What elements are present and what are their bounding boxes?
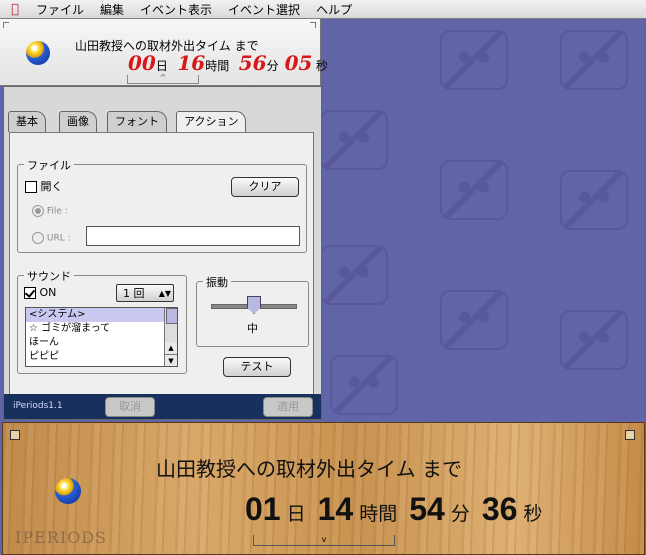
orb-logo-icon <box>26 41 50 65</box>
menu-bar:  ファイル 編集 イベント表示 イベント選択 ヘルプ <box>0 0 646 19</box>
desktop-face-icon <box>560 170 628 230</box>
countdown-display: 00日 16時間 56分 05 秒 <box>128 51 334 75</box>
zoom-box-icon[interactable] <box>625 430 635 440</box>
file-radio[interactable] <box>32 205 44 217</box>
sound-list-item[interactable]: ☆ ゴミが溜まって <box>26 322 177 336</box>
chevron-down-icon: v <box>321 535 327 544</box>
panel-footer: iPeriods1.1 取消 適用 <box>4 394 321 419</box>
collapse-handle[interactable]: ^ <box>127 73 199 84</box>
scroll-up-icon[interactable]: ▲ <box>165 342 177 355</box>
resize-corner-icon[interactable] <box>3 22 9 28</box>
menu-file[interactable]: ファイル <box>30 1 94 18</box>
file-group-title: ファイル <box>24 157 74 173</box>
desktop-face-icon <box>320 245 388 305</box>
vibration-group-title: 振動 <box>203 274 231 290</box>
apple-logo-icon[interactable]:  <box>0 2 30 17</box>
desktop-face-icon <box>440 290 508 350</box>
sound-list-item[interactable]: ほーん <box>26 336 177 350</box>
action-tab-content: ファイル 開く クリア File : URL : サウンド ON 1 回 ▲▼ … <box>9 132 314 396</box>
version-label: iPeriods1.1 <box>13 401 63 411</box>
minutes-value: 56 <box>238 51 267 75</box>
tab-image[interactable]: 画像 <box>59 111 97 132</box>
file-radio-label: File : <box>46 206 68 217</box>
resize-corner-icon[interactable] <box>310 22 316 28</box>
scroll-thumb[interactable] <box>166 308 177 324</box>
apply-button[interactable]: 適用 <box>263 397 313 417</box>
menu-edit[interactable]: 編集 <box>94 1 134 18</box>
seconds-unit: 秒 <box>315 59 328 73</box>
desktop-face-icon <box>560 30 628 90</box>
repeat-select[interactable]: 1 回 ▲▼ <box>116 284 174 302</box>
tab-action[interactable]: アクション <box>176 111 247 133</box>
days-unit: 日 <box>155 59 168 73</box>
desktop-face-icon <box>320 110 388 170</box>
sound-on-label: ON <box>39 286 57 299</box>
seconds-value: 36 <box>481 491 518 527</box>
hours-unit: 時間 <box>359 503 398 525</box>
menu-event-view[interactable]: イベント表示 <box>134 1 222 18</box>
open-label: 開く <box>40 180 63 193</box>
scroll-down-icon[interactable]: ▼ <box>165 355 177 366</box>
test-button[interactable]: テスト <box>223 357 291 377</box>
orb-logo-icon <box>55 478 81 504</box>
desktop-face-icon <box>560 310 628 370</box>
tab-font[interactable]: フォント <box>107 111 167 132</box>
minutes-unit: 分 <box>450 503 470 525</box>
open-checkbox[interactable] <box>25 181 37 193</box>
sound-list-scrollbar[interactable]: ▲ ▼ <box>164 308 177 366</box>
hours-unit: 時間 <box>205 59 230 73</box>
minutes-value: 54 <box>409 491 445 527</box>
countdown-title: 山田教授への取材外出タイム まで <box>156 457 462 481</box>
vibration-level-label: 中 <box>247 322 258 335</box>
sound-group: サウンド ON 1 回 ▲▼ <システム> ☆ ゴミが溜まって ほーん ピピピ … <box>17 268 187 374</box>
wood-countdown-widget[interactable]: 山田教授への取材外出タイム まで 01 日 14 時間 54 分 36 秒 IPERIODS … <box>2 422 645 555</box>
top-countdown-window[interactable]: 山田教授への取材外出タイム まで 00日 16時間 56分 05 秒 ^ <box>0 19 328 86</box>
chevron-up-icon: ^ <box>159 73 167 82</box>
expand-handle[interactable]: v <box>253 535 395 546</box>
days-unit: 日 <box>286 503 306 525</box>
tab-basic[interactable]: 基本 <box>8 111 46 132</box>
url-radio-row[interactable]: URL : <box>32 232 71 244</box>
clear-button[interactable]: クリア <box>231 177 299 197</box>
sound-on-row[interactable]: ON <box>24 286 56 299</box>
desktop-face-icon <box>330 355 398 415</box>
sound-list[interactable]: <システム> ☆ ゴミが溜まって ほーん ピピピ ▲ ▼ <box>25 307 178 367</box>
days-value: 00 <box>128 51 156 75</box>
menu-help[interactable]: ヘルプ <box>310 1 362 18</box>
seconds-value: 05 <box>284 51 313 75</box>
menu-event-select[interactable]: イベント選択 <box>222 1 310 18</box>
settings-panel: 基本 画像 フォント アクション ファイル 開く クリア File : URL … <box>3 86 322 420</box>
url-radio-label: URL : <box>46 233 71 244</box>
cancel-button[interactable]: 取消 <box>105 397 155 417</box>
hours-value: 14 <box>317 491 354 527</box>
url-input[interactable] <box>86 226 300 246</box>
minutes-unit: 分 <box>266 59 279 73</box>
days-value: 01 <box>245 491 281 527</box>
close-box-icon[interactable] <box>10 430 20 440</box>
vibration-group: 振動 中 <box>196 274 309 347</box>
desktop-face-icon <box>440 30 508 90</box>
file-radio-row[interactable]: File : <box>32 205 68 217</box>
hours-value: 16 <box>177 51 206 75</box>
url-radio[interactable] <box>32 232 44 244</box>
desktop-face-icon <box>440 160 508 220</box>
open-checkbox-row[interactable]: 開く <box>25 178 63 194</box>
iperiods-logo: IPERIODS <box>15 528 108 547</box>
seconds-unit: 秒 <box>523 503 543 525</box>
file-group: ファイル 開く クリア File : URL : <box>17 157 307 253</box>
updown-arrows-icon: ▲▼ <box>158 289 171 298</box>
sound-on-checkbox[interactable] <box>24 287 36 299</box>
sound-list-item[interactable]: ピピピ <box>26 350 177 364</box>
sound-group-title: サウンド <box>24 268 74 284</box>
countdown-display: 01 日 14 時間 54 分 36 秒 <box>245 491 554 528</box>
sound-list-item[interactable]: <システム> <box>26 308 177 322</box>
repeat-value: 1 回 <box>123 287 145 300</box>
vibration-slider-thumb[interactable] <box>247 296 261 314</box>
